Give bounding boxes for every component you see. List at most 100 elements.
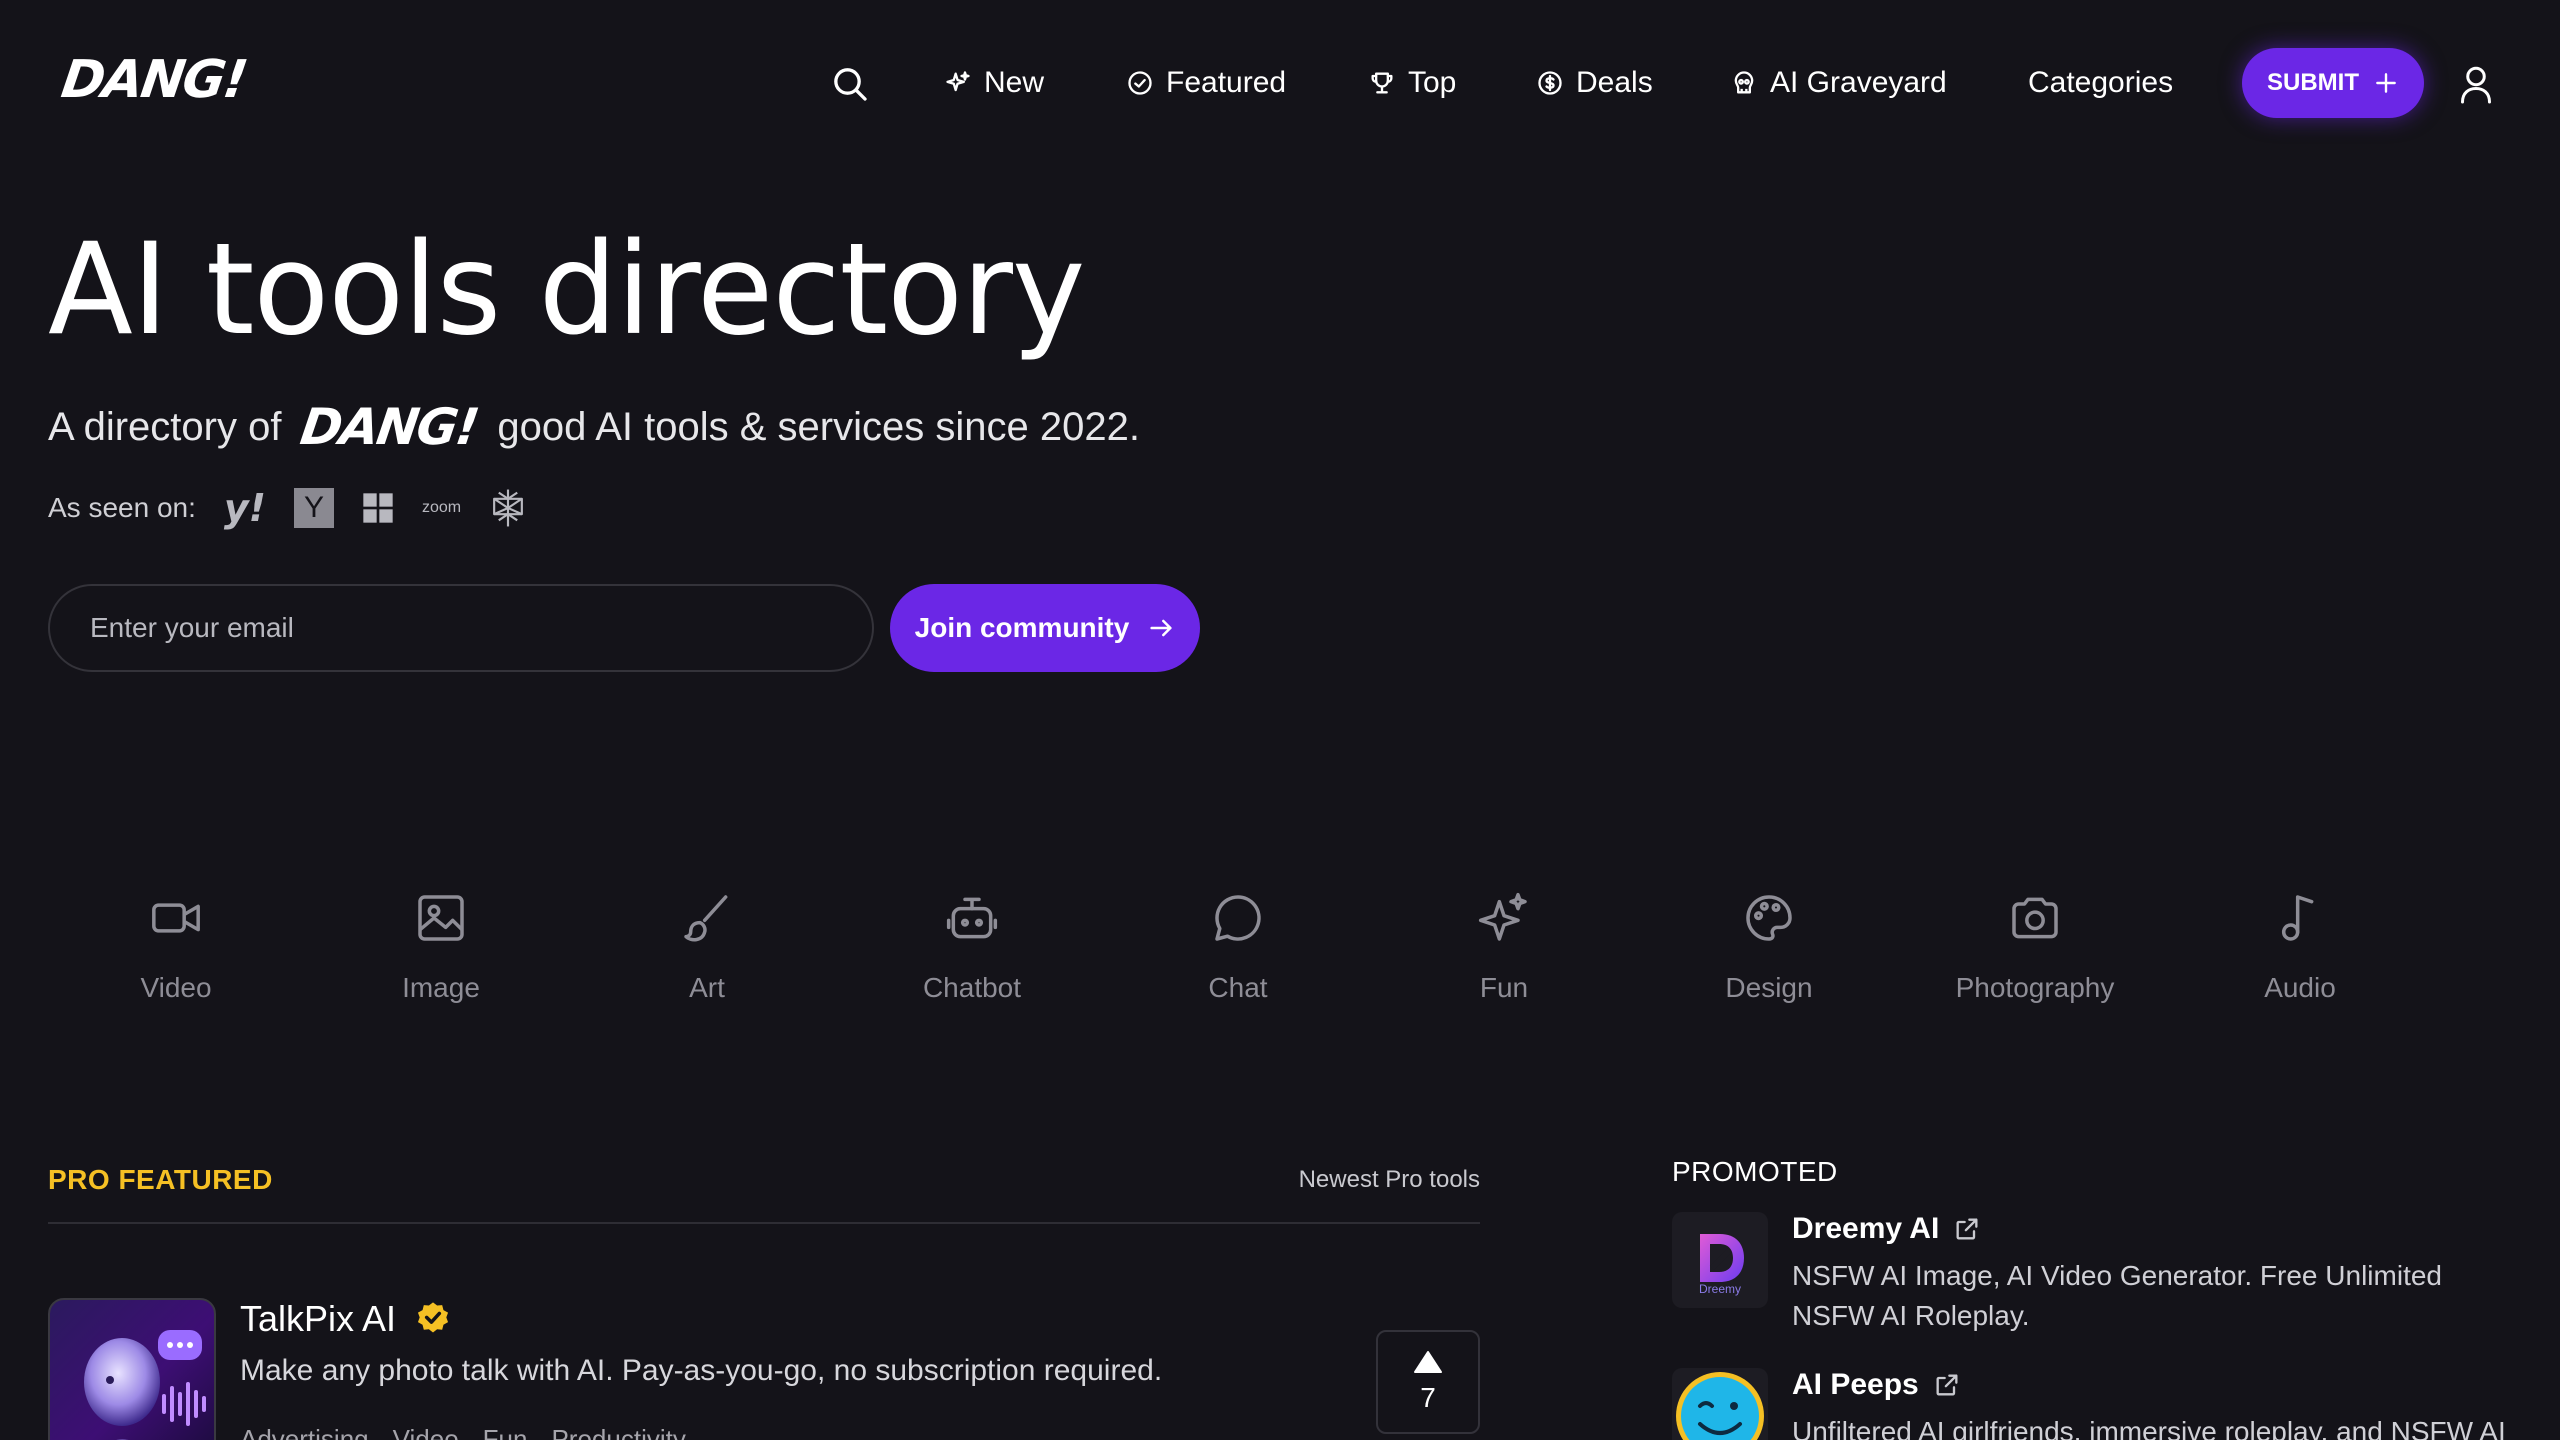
music-note-icon	[2281, 895, 2314, 941]
category-label: Photography	[1955, 972, 2115, 1003]
nav-ai-graveyard[interactable]: AI Graveyard	[1730, 60, 1947, 106]
page-title: AI tools directory	[48, 216, 1085, 364]
site-logo[interactable]: DANG!	[58, 50, 250, 110]
promo-thumbnail[interactable]: Dreemy	[1672, 1212, 1768, 1308]
robot-icon	[946, 897, 998, 939]
nav-top[interactable]: Top	[1368, 60, 1456, 106]
verified-badge-icon	[418, 1302, 449, 1333]
dollar-circle-icon	[1538, 71, 1562, 95]
chat-bubble-icon	[1215, 895, 1261, 941]
category-label: Image	[402, 972, 480, 1003]
triangle-up-icon	[1414, 1351, 1442, 1373]
upvote-button[interactable]: 7	[1376, 1330, 1480, 1434]
external-link-icon	[1956, 1218, 1978, 1240]
nav-deals-label: Deals	[1576, 66, 1653, 99]
camera-icon	[2012, 897, 2058, 939]
tool-card[interactable]: TalkPix AI Make any photo talk with AI. …	[48, 1298, 1480, 1440]
vote-count: 7	[1420, 1382, 1436, 1413]
external-link-icon	[1936, 1374, 1958, 1396]
promoted-item[interactable]: Dreemy Dreemy AI NSFW AI Image, AI Video…	[1672, 1212, 2512, 1342]
tool-tag[interactable]: Fun	[483, 1424, 528, 1440]
nav-top-label: Top	[1408, 66, 1457, 99]
promo-name-text: Dreemy AI	[1792, 1212, 1940, 1245]
promoted-title: PROMOTED	[1672, 1156, 1838, 1187]
ycombinator-logo: Y	[293, 488, 334, 528]
promo-thumbnail[interactable]	[1672, 1368, 1768, 1440]
category-label: Fun	[1479, 972, 1529, 1003]
submit-label: SUBMIT	[2267, 69, 2359, 96]
tool-tag[interactable]: Advertising	[240, 1424, 369, 1440]
windows-logo	[362, 492, 394, 524]
hero-subtitle-before: A directory of	[48, 404, 282, 449]
nav-categories-label: Categories	[2028, 66, 2174, 99]
nav-new-label: New	[984, 66, 1045, 99]
hero-subtitle: A directory of DANG! good AI tools & ser…	[48, 398, 1140, 456]
category-label: Audio	[2264, 972, 2336, 1003]
nav-featured[interactable]: Featured	[1126, 60, 1286, 106]
promoted-item[interactable]: AI Peeps Unfiltered AI girlfriends, imme…	[1672, 1368, 2512, 1440]
category-photography[interactable]: Photography	[1925, 890, 2145, 1004]
tool-tag[interactable]: Productivity	[551, 1424, 685, 1440]
tool-thumbnail[interactable]	[48, 1298, 216, 1440]
category-chatbot[interactable]: Chatbot	[862, 890, 1082, 1004]
plus-icon	[2376, 73, 2396, 93]
nav-new[interactable]: New	[944, 60, 1044, 106]
seen-on-label: As seen on:	[48, 492, 196, 523]
pro-featured-title: PRO FEATURED	[48, 1164, 273, 1195]
nav-deals[interactable]: Deals	[1536, 60, 1653, 106]
perplexity-logo	[489, 488, 527, 528]
category-label: Art	[689, 972, 725, 1003]
search-icon[interactable]	[830, 64, 870, 104]
nav-ai-graveyard-label: AI Graveyard	[1770, 66, 1947, 99]
promo-description: NSFW AI Image, AI Video Generator. Free …	[1792, 1260, 2442, 1331]
badge-check-icon	[1128, 71, 1152, 95]
nav-featured-label: Featured	[1166, 66, 1287, 99]
category-video[interactable]: Video	[66, 890, 286, 1004]
tool-description: Make any photo talk with AI. Pay-as-you-…	[240, 1354, 1163, 1387]
category-design[interactable]: Design	[1659, 890, 1879, 1004]
submit-button[interactable]: SUBMIT	[2242, 48, 2424, 118]
email-input[interactable]	[48, 584, 874, 672]
join-community-label: Join community	[914, 612, 1130, 643]
category-bar: Video Image Art Chatbot Chat Fun Design …	[0, 890, 2560, 1020]
pro-featured-header: PRO FEATURED Newest Pro tools	[48, 1158, 1480, 1224]
tool-tag[interactable]: Video	[393, 1424, 459, 1440]
promo-thumb-caption: Dreemy	[1698, 1282, 1741, 1296]
smiley-face-logo	[1676, 1372, 1764, 1440]
inline-logo: DANG!	[297, 398, 482, 456]
promo-name-text: AI Peeps	[1792, 1368, 1919, 1401]
nav-categories[interactable]: Categories	[2028, 60, 2173, 106]
user-icon[interactable]	[2458, 64, 2494, 104]
image-icon	[418, 895, 464, 941]
tool-name-text: TalkPix AI	[240, 1298, 397, 1339]
seen-on-row: As seen on: y! Y zoom	[48, 486, 527, 530]
join-community-button[interactable]: Join community	[890, 584, 1200, 672]
sparkle-icon	[946, 71, 970, 92]
yahoo-logo: y!	[223, 486, 266, 530]
category-art[interactable]: Art	[597, 890, 817, 1004]
brush-icon	[684, 895, 728, 942]
category-label: Video	[140, 972, 212, 1003]
category-image[interactable]: Image	[331, 890, 551, 1004]
category-audio[interactable]: Audio	[2190, 890, 2410, 1004]
palette-icon	[1746, 895, 1792, 941]
promo-name[interactable]: Dreemy AI	[1792, 1212, 1981, 1246]
newest-pro-tools-link[interactable]: Newest Pro tools	[1299, 1166, 1480, 1194]
category-chat[interactable]: Chat	[1128, 890, 1348, 1004]
trophy-icon	[1371, 72, 1393, 94]
category-label: Chat	[1208, 972, 1268, 1003]
promo-name[interactable]: AI Peeps	[1792, 1368, 1961, 1402]
tool-tags: Advertising Video Fun Productivity	[240, 1424, 686, 1440]
category-label: Chatbot	[922, 972, 1022, 1003]
tool-name[interactable]: TalkPix AI	[240, 1298, 452, 1340]
talking-head-image	[84, 1330, 206, 1440]
video-camera-icon	[152, 903, 200, 933]
sparkles-icon	[1478, 892, 1527, 941]
category-label: Design	[1725, 972, 1813, 1003]
promo-description: Unfiltered AI girlfriends, immersive rol…	[1792, 1416, 2506, 1440]
hero-subtitle-after: good AI tools & services since 2022.	[497, 404, 1140, 449]
arrow-right-icon	[1150, 619, 1172, 637]
zoom-logo: zoom	[421, 499, 462, 516]
category-fun[interactable]: Fun	[1394, 890, 1614, 1004]
skull-icon	[1734, 71, 1754, 94]
